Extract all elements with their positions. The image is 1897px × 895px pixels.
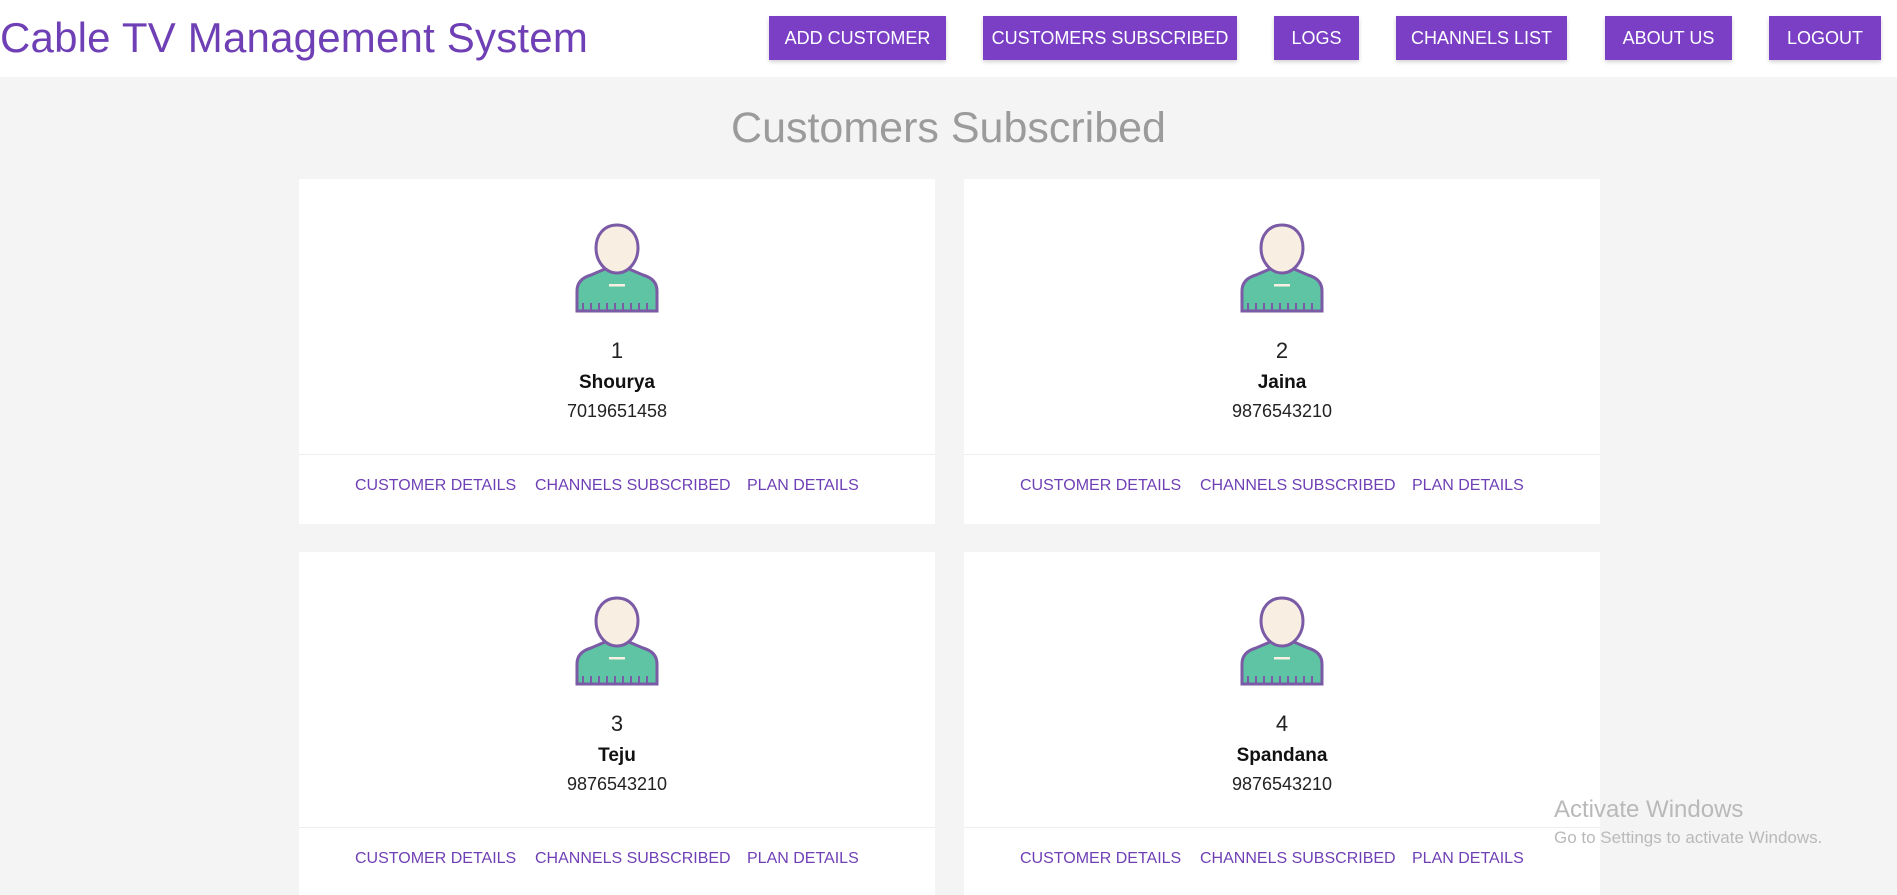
user-avatar-icon	[567, 592, 667, 692]
customer-card: 4 Spandana 9876543210 CUSTOMER DETAILS C…	[964, 552, 1600, 895]
channels-subscribed-link[interactable]: CHANNELS SUBSCRIBED	[535, 477, 731, 495]
card-actions: CUSTOMER DETAILS CHANNELS SUBSCRIBED PLA…	[299, 827, 935, 895]
channels-subscribed-link[interactable]: CHANNELS SUBSCRIBED	[1200, 850, 1396, 868]
customer-id: 2	[1275, 338, 1289, 363]
customer-name: Jaina	[1257, 372, 1307, 393]
customer-card: 2 Jaina 9876543210 CUSTOMER DETAILS CHAN…	[964, 179, 1600, 524]
customer-details-link[interactable]: CUSTOMER DETAILS	[355, 477, 516, 495]
windows-activation-watermark: Activate Windows Go to Settings to activ…	[1554, 796, 1822, 848]
card-actions: CUSTOMER DETAILS CHANNELS SUBSCRIBED PLA…	[299, 454, 935, 524]
customer-phone: 7019651458	[566, 401, 668, 421]
channels-subscribed-link[interactable]: CHANNELS SUBSCRIBED	[1200, 477, 1396, 495]
customer-card: 1 Shourya 7019651458 CUSTOMER DETAILS CH…	[299, 179, 935, 524]
nav-channels-list-button[interactable]: CHANNELS LIST	[1396, 16, 1567, 60]
customer-details-link[interactable]: CUSTOMER DETAILS	[1020, 850, 1181, 868]
card-actions: CUSTOMER DETAILS CHANNELS SUBSCRIBED PLA…	[964, 454, 1600, 524]
user-avatar-icon	[1232, 219, 1332, 319]
nav-logout-button[interactable]: LOGOUT	[1769, 16, 1881, 60]
nav-add-customer-button[interactable]: ADD CUSTOMER	[769, 16, 946, 60]
customer-card: 3 Teju 9876543210 CUSTOMER DETAILS CHANN…	[299, 552, 935, 895]
channels-subscribed-link[interactable]: CHANNELS SUBSCRIBED	[535, 850, 731, 868]
plan-details-link[interactable]: PLAN DETAILS	[747, 850, 859, 868]
customer-id: 3	[610, 711, 624, 736]
customer-details-link[interactable]: CUSTOMER DETAILS	[355, 850, 516, 868]
user-avatar-icon	[1232, 592, 1332, 692]
card-actions: CUSTOMER DETAILS CHANNELS SUBSCRIBED PLA…	[964, 827, 1600, 895]
page-title: Customers Subscribed	[731, 104, 1166, 152]
customer-phone: 9876543210	[1231, 401, 1333, 421]
user-avatar-icon	[567, 219, 667, 319]
customer-details-link[interactable]: CUSTOMER DETAILS	[1020, 477, 1181, 495]
customer-name: Teju	[598, 745, 636, 766]
plan-details-link[interactable]: PLAN DETAILS	[1412, 850, 1524, 868]
nav-customers-subscribed-button[interactable]: CUSTOMERS SUBSCRIBED	[983, 16, 1237, 60]
top-navbar: Cable TV Management System ADD CUSTOMER …	[0, 0, 1897, 77]
customer-id: 1	[610, 338, 624, 363]
customer-name: Shourya	[578, 372, 656, 393]
nav-logs-button[interactable]: LOGS	[1274, 16, 1359, 60]
customer-id: 4	[1275, 711, 1289, 736]
plan-details-link[interactable]: PLAN DETAILS	[1412, 477, 1524, 495]
watermark-subtitle: Go to Settings to activate Windows.	[1554, 828, 1823, 847]
customer-name: Spandana	[1236, 745, 1328, 766]
nav-about-us-button[interactable]: ABOUT US	[1605, 16, 1732, 60]
plan-details-link[interactable]: PLAN DETAILS	[747, 477, 859, 495]
customer-phone: 9876543210	[1231, 774, 1333, 794]
app-title: Cable TV Management System	[0, 14, 589, 61]
watermark-title: Activate Windows	[1554, 796, 1744, 823]
customer-phone: 9876543210	[566, 774, 668, 794]
